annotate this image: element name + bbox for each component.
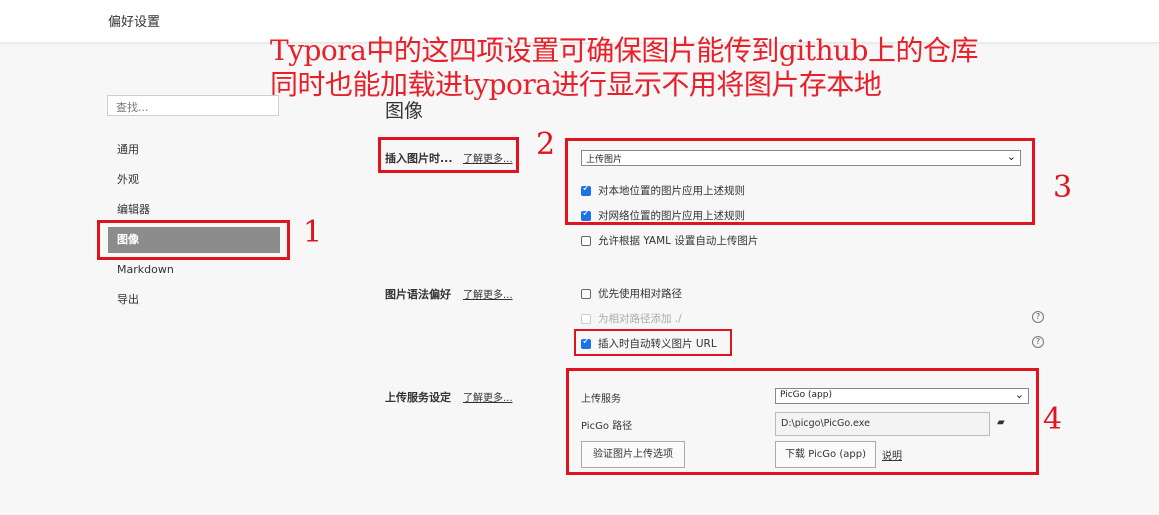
- checkbox-yaml-upload[interactable]: [581, 235, 591, 246]
- upload-learn-more-link[interactable]: 了解更多...: [463, 389, 513, 404]
- annotation-number-2: 2: [536, 127, 556, 162]
- help-icon[interactable]: ?: [1032, 336, 1044, 348]
- annotation-box-3: [565, 138, 1035, 225]
- sidebar-item-appearance[interactable]: 外观: [108, 167, 280, 193]
- annotation-number-4: 4: [1043, 402, 1063, 437]
- option-relative-path[interactable]: 优先使用相对路径: [581, 286, 682, 301]
- search-input[interactable]: 查找...: [107, 95, 279, 116]
- checkbox-relative-path[interactable]: [581, 288, 591, 299]
- section-title: 图像: [385, 100, 424, 122]
- annotation-box-4: [566, 368, 1039, 475]
- annotation-number-3: 3: [1053, 170, 1073, 205]
- option-yaml-upload[interactable]: 允许根据 YAML 设置自动上传图片: [581, 233, 758, 248]
- syntax-learn-more-link[interactable]: 了解更多...: [463, 286, 513, 301]
- annotation-line-2: 同时也能加载进typora进行显示不用将图片存本地: [270, 68, 882, 101]
- option-dot-slash: 为相对路径添加 ./: [581, 311, 682, 326]
- option-relative-path-label: 优先使用相对路径: [598, 288, 682, 300]
- annotation-box-2: [378, 137, 519, 173]
- annotation-number-1: 1: [303, 215, 323, 250]
- annotation-box-escape: [574, 329, 732, 356]
- checkbox-dot-slash: [581, 313, 591, 324]
- upload-service-settings-label: 上传服务设定: [385, 391, 451, 404]
- window-title: 偏好设置: [108, 15, 161, 30]
- syntax-pref-label: 图片语法偏好: [385, 288, 451, 301]
- option-dot-slash-label: 为相对路径添加 ./: [598, 313, 682, 325]
- sidebar-item-general[interactable]: 通用: [108, 137, 280, 163]
- annotation-line-1: Typora中的这四项设置可确保图片能传到github上的仓库: [270, 34, 978, 67]
- sidebar-item-export[interactable]: 导出: [108, 287, 280, 313]
- help-icon[interactable]: ?: [1032, 311, 1044, 323]
- annotation-box-1: [97, 220, 290, 260]
- sidebar-item-markdown[interactable]: Markdown: [108, 257, 280, 283]
- option-yaml-upload-label: 允许根据 YAML 设置自动上传图片: [598, 235, 759, 247]
